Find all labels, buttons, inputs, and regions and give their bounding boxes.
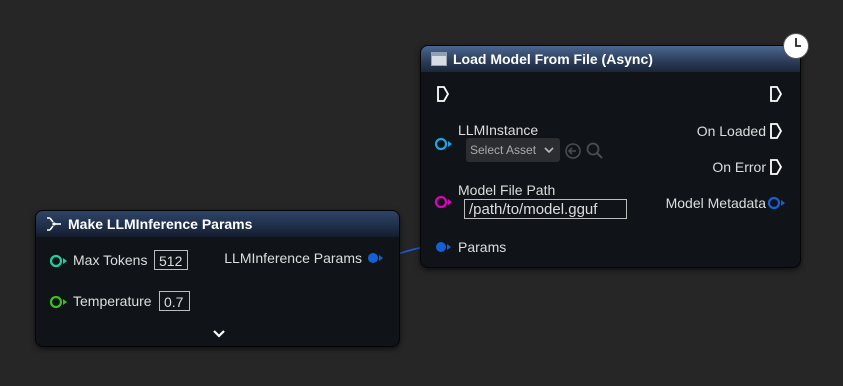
select-asset-combo[interactable]: Select Asset <box>466 138 560 162</box>
select-asset-text: Select Asset <box>470 143 537 157</box>
temperature-label: Temperature <box>73 293 152 309</box>
llminstance-pin[interactable] <box>434 137 454 151</box>
max-tokens-input[interactable]: 512 <box>154 250 188 270</box>
make-params-title: Make LLMInference Params <box>68 216 253 232</box>
model-file-path-label: Model File Path <box>458 182 556 198</box>
load-model-node[interactable]: Load Model From File (Async) LLMInstance… <box>420 45 801 268</box>
params-pin[interactable] <box>434 240 454 254</box>
max-tokens-pin[interactable] <box>49 254 69 268</box>
on-error-exec-pin[interactable] <box>769 158 783 176</box>
exec-in-pin[interactable] <box>436 85 450 103</box>
on-error-label: On Error <box>712 159 766 175</box>
llminstance-label: LLMInstance <box>458 122 539 138</box>
make-params-header[interactable]: Make LLMInference Params <box>36 211 399 237</box>
on-loaded-exec-pin[interactable] <box>769 122 783 140</box>
llminference-params-output-label: LLMInference Params <box>224 250 362 266</box>
on-loaded-label: On Loaded <box>696 123 766 139</box>
chevron-down-icon[interactable] <box>212 329 226 339</box>
temperature-pin[interactable] <box>49 295 69 309</box>
max-tokens-label: Max Tokens <box>73 252 148 268</box>
model-file-path-pin[interactable] <box>434 195 454 209</box>
model-file-path-input[interactable]: /path/to/model.gguf <box>464 199 627 219</box>
exec-out-pin[interactable] <box>769 85 783 103</box>
make-params-node[interactable]: Make LLMInference Params Max Tokens 512 … <box>35 210 400 347</box>
clock-icon <box>783 33 809 59</box>
model-metadata-pin[interactable] <box>766 196 786 210</box>
browse-search-icon[interactable] <box>585 141 605 161</box>
function-icon <box>431 52 447 66</box>
model-metadata-label: Model Metadata <box>665 195 766 211</box>
make-struct-icon <box>47 217 61 231</box>
llminference-params-output-pin[interactable] <box>366 251 386 265</box>
load-model-title: Load Model From File (Async) <box>453 51 653 67</box>
temperature-input[interactable]: 0.7 <box>159 291 190 311</box>
load-model-header[interactable]: Load Model From File (Async) <box>421 46 800 72</box>
chevron-down-icon <box>544 147 554 154</box>
params-label: Params <box>458 239 507 255</box>
use-asset-icon[interactable] <box>564 142 582 160</box>
